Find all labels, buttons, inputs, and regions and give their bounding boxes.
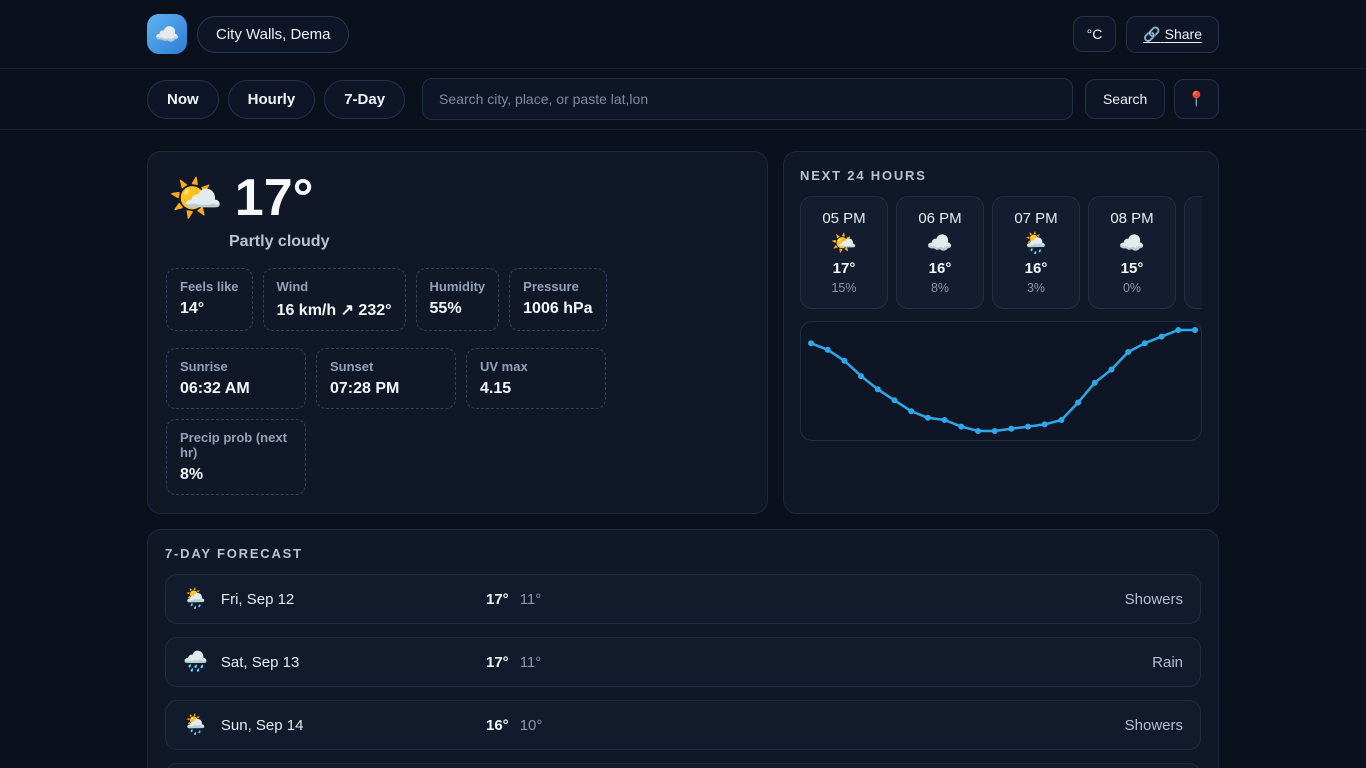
stat-value: 1006 hPa (523, 300, 592, 318)
stat-label: UV max (480, 359, 592, 374)
day-condition: Rain (1152, 654, 1183, 671)
hour-card: 08 PM ☁️ 15° 0% (1088, 196, 1176, 309)
stat-value: 4.15 (480, 380, 592, 398)
share-button[interactable]: 🔗 Share (1126, 16, 1219, 53)
stat-label: Sunset (330, 359, 442, 374)
hourly-cards-row: 05 PM 🌤️ 17° 15% 06 PM ☁️ 16° 8% 07 PM 🌦… (800, 196, 1202, 309)
rain-cloud-icon: 🌧️ (183, 652, 208, 672)
hour-temp: 16° (929, 260, 952, 277)
stat-label: Sunrise (180, 359, 292, 374)
stat-humidity: Humidity 55% (416, 268, 500, 331)
stat-feels-like: Feels like 14° (166, 268, 253, 331)
hour-card: 06 PM ☁️ 16° 8% (896, 196, 984, 309)
stat-wind: Wind 16 km/h ↗ 232° (263, 268, 406, 331)
partly-cloudy-icon: 🌤️ (168, 177, 223, 221)
day-condition: Showers (1125, 717, 1183, 734)
location-label: City Walls, Dema (216, 26, 330, 43)
pushpin-icon: 📍 (1187, 91, 1206, 108)
search-button-label: Search (1103, 91, 1147, 107)
stat-label: Precip prob (next hr) (180, 430, 292, 460)
stat-sunset: Sunset 07:28 PM (316, 348, 456, 409)
hour-temp: 16° (1025, 260, 1048, 277)
top-bar: ☁️ City Walls, Dema °C 🔗 Share (0, 0, 1366, 69)
tab-7day-label: 7-Day (344, 91, 385, 108)
day-high-temp: 17° (486, 591, 509, 608)
stat-value: 07:28 PM (330, 380, 442, 398)
day-name: Sun, Sep 14 (221, 717, 304, 734)
current-stats-row-1: Feels like 14° Wind 16 km/h ↗ 232° Humid… (166, 268, 749, 331)
stat-label: Wind (277, 279, 392, 294)
partly-cloudy-icon: 🌤️ (831, 231, 857, 256)
next-24-hours-panel: NEXT 24 HOURS 05 PM 🌤️ 17° 15% 06 PM ☁️ … (783, 151, 1219, 514)
tab-hourly[interactable]: Hourly (228, 80, 316, 119)
stat-value: 55% (430, 300, 486, 318)
stat-sunrise: Sunrise 06:32 AM (166, 348, 306, 409)
tab-now[interactable]: Now (147, 80, 219, 119)
link-icon: 🔗 (1143, 26, 1160, 42)
hour-temp: 15° (1121, 260, 1144, 277)
hour-precip: 8% (931, 281, 949, 295)
stat-value: 14° (180, 300, 239, 318)
hour-time: 05 PM (822, 210, 865, 227)
forecast-day-row: 🌦️ Fri, Sep 12 17° 11° Showers (165, 574, 1201, 624)
hour-time: 07 PM (1014, 210, 1057, 227)
sun-rain-cloud-icon: 🌦️ (1023, 231, 1049, 256)
tab-hourly-label: Hourly (248, 91, 296, 108)
stat-label: Humidity (430, 279, 486, 294)
sun-rain-cloud-icon: 🌦️ (183, 715, 208, 735)
seven-day-forecast-panel: 7-DAY FORECAST 🌦️ Fri, Sep 12 17° 11° Sh… (147, 529, 1219, 768)
forecast-day-row: 🌦️ Sun, Sep 14 16° 10° Showers (165, 700, 1201, 750)
cloud-icon: ☁️ (1119, 231, 1145, 256)
hour-temp: 17° (833, 260, 856, 277)
current-condition-text: Partly cloudy (229, 233, 749, 251)
share-label: Share (1165, 26, 1202, 42)
stat-uv-max: UV max 4.15 (466, 348, 606, 409)
current-conditions-card: 🌤️ 17° Partly cloudy Feels like 14° Wind… (147, 151, 768, 514)
sun-rain-cloud-icon: 🌦️ (183, 589, 208, 609)
cloud-icon: ☁️ (927, 231, 953, 256)
hour-precip: 3% (1027, 281, 1045, 295)
locate-button[interactable]: 📍 (1174, 79, 1219, 119)
search-input[interactable] (422, 78, 1073, 120)
stat-label: Pressure (523, 279, 592, 294)
stat-value: 8% (180, 466, 292, 484)
hour-card: 07 PM 🌦️ 16° 3% (992, 196, 1080, 309)
location-chip[interactable]: City Walls, Dema (197, 16, 349, 53)
day-condition: Showers (1125, 591, 1183, 608)
current-stats-row-2: Sunrise 06:32 AM Sunset 07:28 PM UV max … (166, 348, 749, 495)
stat-value: 06:32 AM (180, 380, 292, 398)
temperature-trend-chart (800, 321, 1202, 441)
day-high-temp: 17° (486, 654, 509, 671)
cloud-logo-icon: ☁️ (155, 22, 180, 47)
stat-value: 16 km/h ↗ 232° (277, 300, 392, 320)
search-button[interactable]: Search (1085, 79, 1165, 119)
tab-now-label: Now (167, 91, 199, 108)
stat-pressure: Pressure 1006 hPa (509, 268, 606, 331)
unit-toggle-button[interactable]: °C (1073, 16, 1117, 52)
hour-card: 05 PM 🌤️ 17° 15% (800, 196, 888, 309)
current-temperature: 17° (235, 170, 314, 227)
day-high-temp: 16° (486, 717, 509, 734)
unit-label: °C (1087, 26, 1103, 42)
tab-7day[interactable]: 7-Day (324, 80, 405, 119)
stat-precip-prob: Precip prob (next hr) 8% (166, 419, 306, 495)
hour-time: 08 PM (1110, 210, 1153, 227)
forecast-section-title: 7-DAY FORECAST (165, 546, 1201, 561)
main-content: 🌤️ 17° Partly cloudy Feels like 14° Wind… (147, 130, 1219, 768)
day-low-temp: 11° (520, 591, 542, 608)
day-name: Sat, Sep 13 (221, 654, 299, 671)
day-name: Fri, Sep 12 (221, 591, 294, 608)
hourly-section-title: NEXT 24 HOURS (800, 168, 1202, 183)
hour-time: 06 PM (918, 210, 961, 227)
hour-card: 09 PM ☁️ 15° 0% (1184, 196, 1202, 309)
stat-label: Feels like (180, 279, 239, 294)
day-low-temp: 10° (520, 717, 543, 734)
forecast-day-row: 🌧️ Sat, Sep 13 17° 11° Rain (165, 637, 1201, 687)
forecast-day-row: 🌦️ Mon, Sep 15 17° 13° Showers (165, 763, 1201, 768)
hour-precip: 15% (831, 281, 856, 295)
nav-bar: Now Hourly 7-Day Search 📍 (0, 69, 1366, 130)
day-low-temp: 11° (520, 654, 542, 671)
hour-precip: 0% (1123, 281, 1141, 295)
app-logo: ☁️ (147, 14, 187, 54)
